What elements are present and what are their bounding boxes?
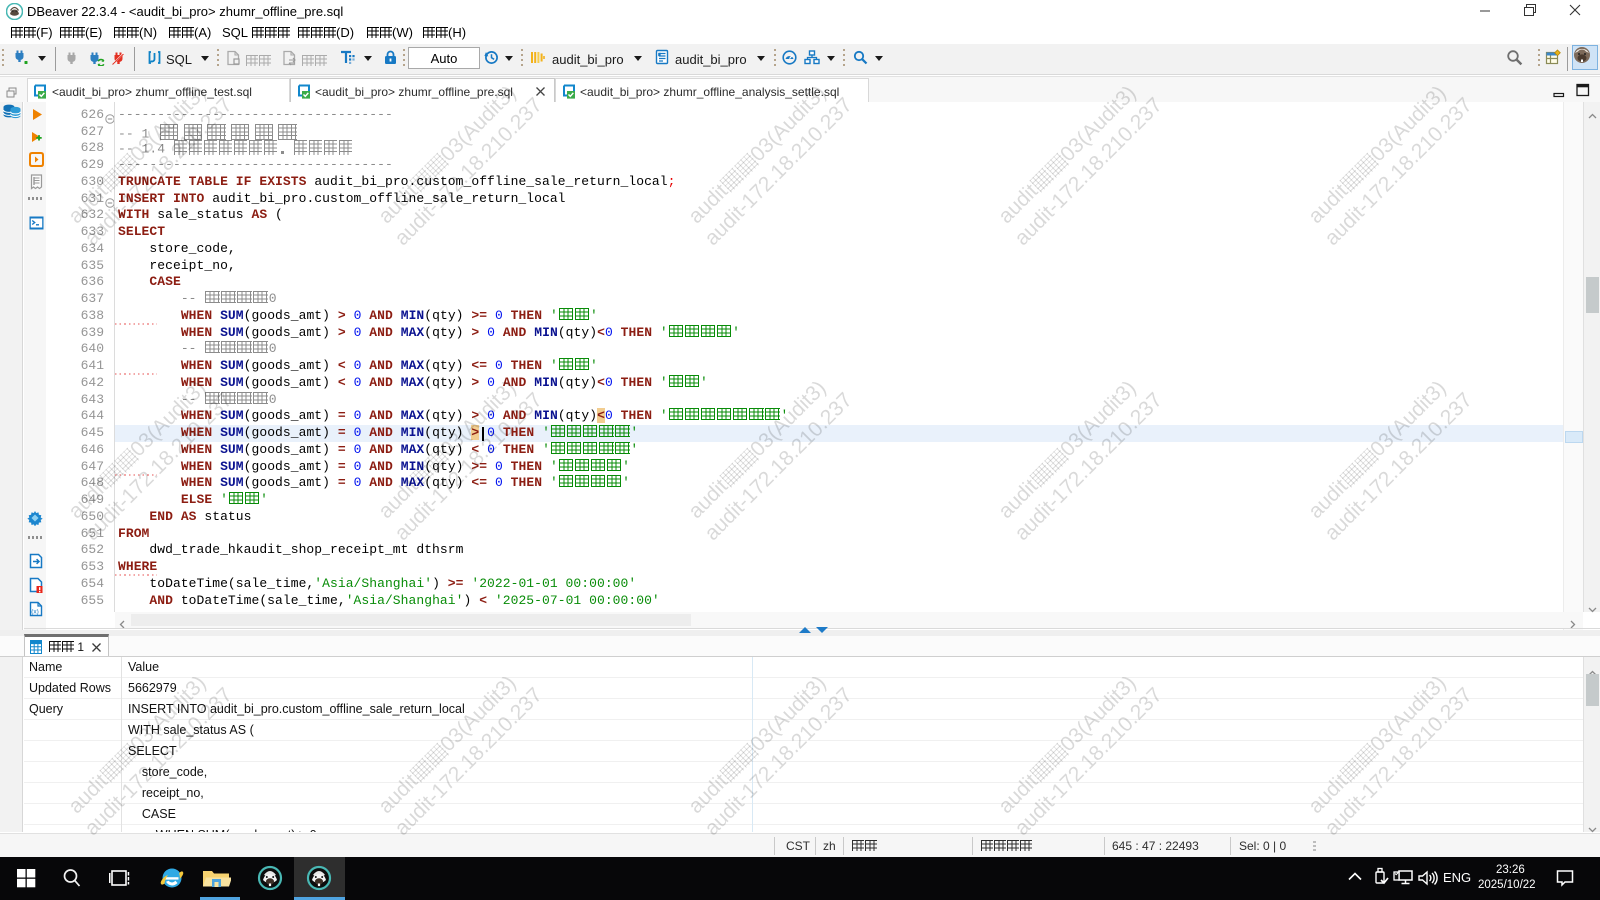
svg-text:(x): (x)	[31, 609, 39, 616]
